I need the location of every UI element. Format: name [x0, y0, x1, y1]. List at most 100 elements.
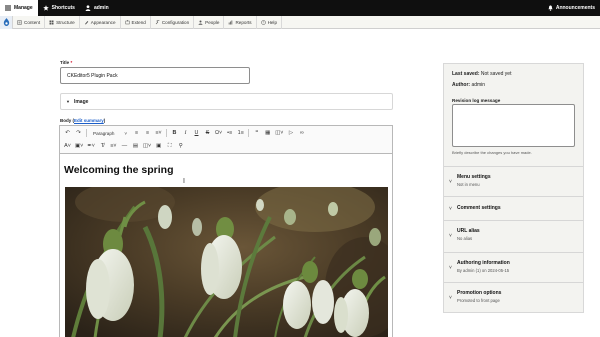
menu-item-label: Reports: [235, 19, 252, 25]
admin-toolbar: Manage Shortcuts admin Announcements: [0, 0, 600, 16]
configuration-icon: [155, 19, 160, 24]
shortcuts-tab[interactable]: Shortcuts: [38, 0, 80, 16]
revision-log-help: Briefly describe the changes you have ma…: [452, 150, 532, 155]
last-saved: Last saved: Not saved yet: [452, 71, 512, 77]
ckeditor: ↶ ↷ Paragraph ˅ ≡ ≡ ≡˅ B I U S Ω˅ •≡ 1≡ “…: [59, 125, 393, 337]
align-icon[interactable]: ≡˅: [154, 128, 163, 138]
section-promotion-options[interactable]: ˅ Promotion options Promoted to front pa…: [444, 282, 583, 312]
highlight-icon[interactable]: ✒˅: [86, 141, 96, 151]
editor-toolbar: ↶ ↷ Paragraph ˅ ≡ ≡ ≡˅ B I U S Ω˅ •≡ 1≡ “…: [60, 126, 392, 154]
find-replace-icon[interactable]: ⚲: [176, 141, 185, 151]
table-icon[interactable]: ◫˅: [274, 128, 284, 138]
help-icon: ?: [260, 19, 266, 25]
menu-item-structure[interactable]: Structure: [45, 15, 80, 29]
people-icon: [198, 20, 203, 25]
revision-log-textarea[interactable]: [452, 104, 575, 147]
menu-item-extend[interactable]: Extend: [121, 15, 151, 29]
image-icon[interactable]: ▦: [263, 128, 272, 138]
chevron-down-icon: ˅: [449, 233, 452, 239]
content-heading: Welcoming the spring: [64, 164, 174, 176]
menu-item-label: Extend: [131, 19, 146, 25]
menu-item-configuration[interactable]: Configuration: [151, 15, 195, 29]
announcements-tab[interactable]: Announcements: [543, 0, 600, 16]
menu-item-content[interactable]: Content: [13, 15, 46, 29]
edit-summary-link[interactable]: Edit summary: [74, 118, 104, 123]
shortcuts-label: Shortcuts: [51, 5, 75, 11]
chevron-down-icon: ˅: [449, 179, 452, 185]
image-field-toggle[interactable]: ▼ Image: [60, 93, 393, 110]
drupal-logo-icon[interactable]: [0, 15, 13, 29]
menu-item-label: Content: [24, 19, 41, 25]
strikethrough-icon[interactable]: S: [203, 128, 212, 138]
section-comment-settings[interactable]: ˅ Comment settings: [444, 196, 583, 220]
title-value: CKEditor5 Plugin Pack: [67, 72, 118, 79]
image-label: Image: [73, 98, 89, 105]
page-break-icon[interactable]: ▣: [154, 141, 163, 151]
section-summary: Not in menu: [457, 182, 480, 187]
menu-item-appearance[interactable]: Appearance: [80, 15, 121, 29]
announcements-label: Announcements: [555, 5, 595, 11]
section-authoring-information[interactable]: ˅ Authoring information By admin (1) on …: [444, 252, 583, 282]
section-summary: No alias: [457, 236, 473, 241]
reports-icon: [229, 20, 233, 24]
required-marker: *: [70, 60, 73, 65]
bell-icon: [548, 5, 553, 11]
chevron-down-icon: ˅: [449, 295, 452, 301]
menu-item-label: Structure: [56, 19, 75, 25]
source-icon[interactable]: ▤: [131, 141, 140, 151]
title-label: Title *: [60, 60, 73, 65]
body-label: Body (Edit summary): [60, 118, 106, 123]
manage-tab[interactable]: Manage: [0, 0, 38, 16]
code-block-icon[interactable]: ≡˅: [109, 141, 118, 151]
menu-item-label: Help: [267, 19, 278, 25]
extend-icon: [125, 19, 130, 24]
heading-dropdown[interactable]: Paragraph ˅: [90, 128, 130, 138]
remove-format-icon[interactable]: T̸: [98, 141, 107, 151]
section-title: Authoring information: [457, 260, 510, 266]
manage-label: Manage: [14, 5, 33, 11]
text-cursor: I: [183, 178, 185, 185]
bulleted-list-icon[interactable]: •≡: [225, 128, 234, 138]
menu-item-reports[interactable]: Reports: [224, 15, 257, 29]
section-title: Promotion options: [457, 290, 502, 296]
background-color-icon[interactable]: ▣˅: [74, 141, 84, 151]
media-icon[interactable]: ▷: [286, 128, 295, 138]
chevron-down-icon: ▼: [66, 99, 70, 104]
author-info: Author: admin: [452, 82, 486, 88]
indent-icon[interactable]: ≡: [132, 128, 141, 138]
special-characters-icon[interactable]: Ω˅: [214, 128, 223, 138]
user-tab[interactable]: admin: [80, 0, 114, 16]
section-title: Menu settings: [457, 174, 491, 180]
blockquote-icon[interactable]: “: [252, 128, 261, 138]
editor-content[interactable]: Welcoming the spring I: [60, 154, 392, 337]
structure-icon: [49, 20, 54, 24]
template-icon[interactable]: ◫˅: [142, 141, 152, 151]
font-color-icon[interactable]: A˅: [63, 141, 72, 151]
menu-item-people[interactable]: People: [194, 15, 225, 29]
numbered-list-icon[interactable]: 1≡: [236, 128, 245, 138]
section-title: Comment settings: [457, 205, 501, 211]
title-input[interactable]: CKEditor5 Plugin Pack: [60, 67, 250, 84]
content-image[interactable]: [65, 187, 388, 337]
underline-icon[interactable]: U: [192, 128, 201, 138]
admin-menu-bar: Content Structure Appearance Extend Conf…: [0, 15, 600, 29]
horizontal-line-icon[interactable]: —: [120, 141, 129, 151]
menu-item-label: Configuration: [161, 19, 190, 25]
section-title: URL alias: [457, 228, 480, 234]
user-label: admin: [93, 5, 109, 11]
appearance-icon: [84, 20, 88, 24]
link-icon[interactable]: ∞: [297, 128, 306, 138]
outdent-icon[interactable]: ≡: [143, 128, 152, 138]
undo-icon[interactable]: ↶: [63, 128, 72, 138]
node-sidebar: Last saved: Not saved yet Author: admin …: [443, 63, 584, 313]
section-summary: Promoted to front page: [457, 298, 500, 303]
menu-item-help[interactable]: ? Help: [257, 15, 283, 29]
redo-icon[interactable]: ↷: [74, 128, 83, 138]
section-menu-settings[interactable]: ˅ Menu settings Not in menu: [444, 166, 583, 193]
fullscreen-icon[interactable]: ⛶: [165, 141, 174, 151]
bold-icon[interactable]: B: [170, 128, 179, 138]
user-icon: [85, 5, 91, 11]
section-url-alias[interactable]: ˅ URL alias No alias: [444, 220, 583, 252]
italic-icon[interactable]: I: [181, 128, 190, 138]
revision-log-label: Revision log message: [452, 98, 501, 103]
